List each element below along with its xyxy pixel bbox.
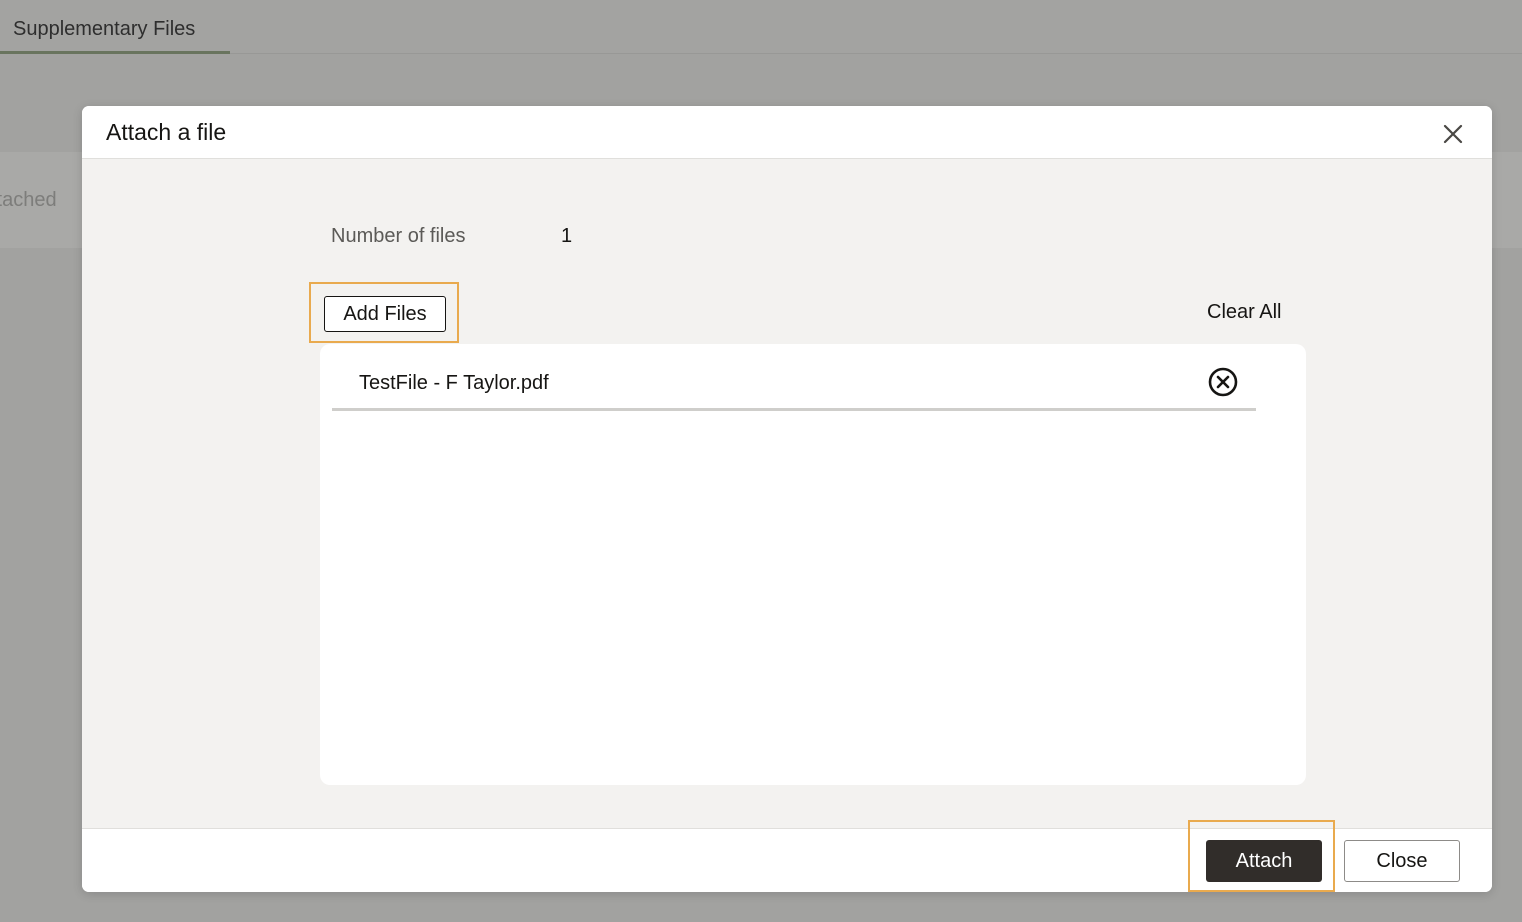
attach-file-dialog: Attach a file Number of files 1 Add File… (82, 106, 1492, 892)
attach-button[interactable]: Attach (1206, 840, 1322, 882)
file-list-panel: TestFile - F Taylor.pdf (320, 344, 1306, 785)
dialog-header: Attach a file (82, 106, 1492, 159)
close-icon[interactable] (1441, 122, 1465, 146)
close-button[interactable]: Close (1344, 840, 1460, 882)
remove-circle-icon[interactable] (1207, 366, 1239, 398)
list-item: TestFile - F Taylor.pdf (332, 360, 1256, 411)
file-name: TestFile - F Taylor.pdf (359, 372, 549, 394)
add-files-button[interactable]: Add Files (324, 296, 446, 332)
tab-label: Supplementary Files (13, 18, 196, 40)
background-tab-bar: Supplementary Files (0, 0, 1522, 54)
clear-all-link[interactable]: Clear All (1207, 301, 1281, 324)
file-count-value: 1 (561, 225, 573, 247)
background-attached-text: ttached (0, 189, 57, 211)
dialog-title: Attach a file (106, 119, 227, 145)
remove-circle-icon-graphic (1208, 367, 1238, 397)
tab-supplementary-files[interactable]: Supplementary Files (0, 0, 230, 54)
file-count-label: Number of files (331, 225, 466, 247)
close-icon-graphic (1443, 124, 1463, 144)
